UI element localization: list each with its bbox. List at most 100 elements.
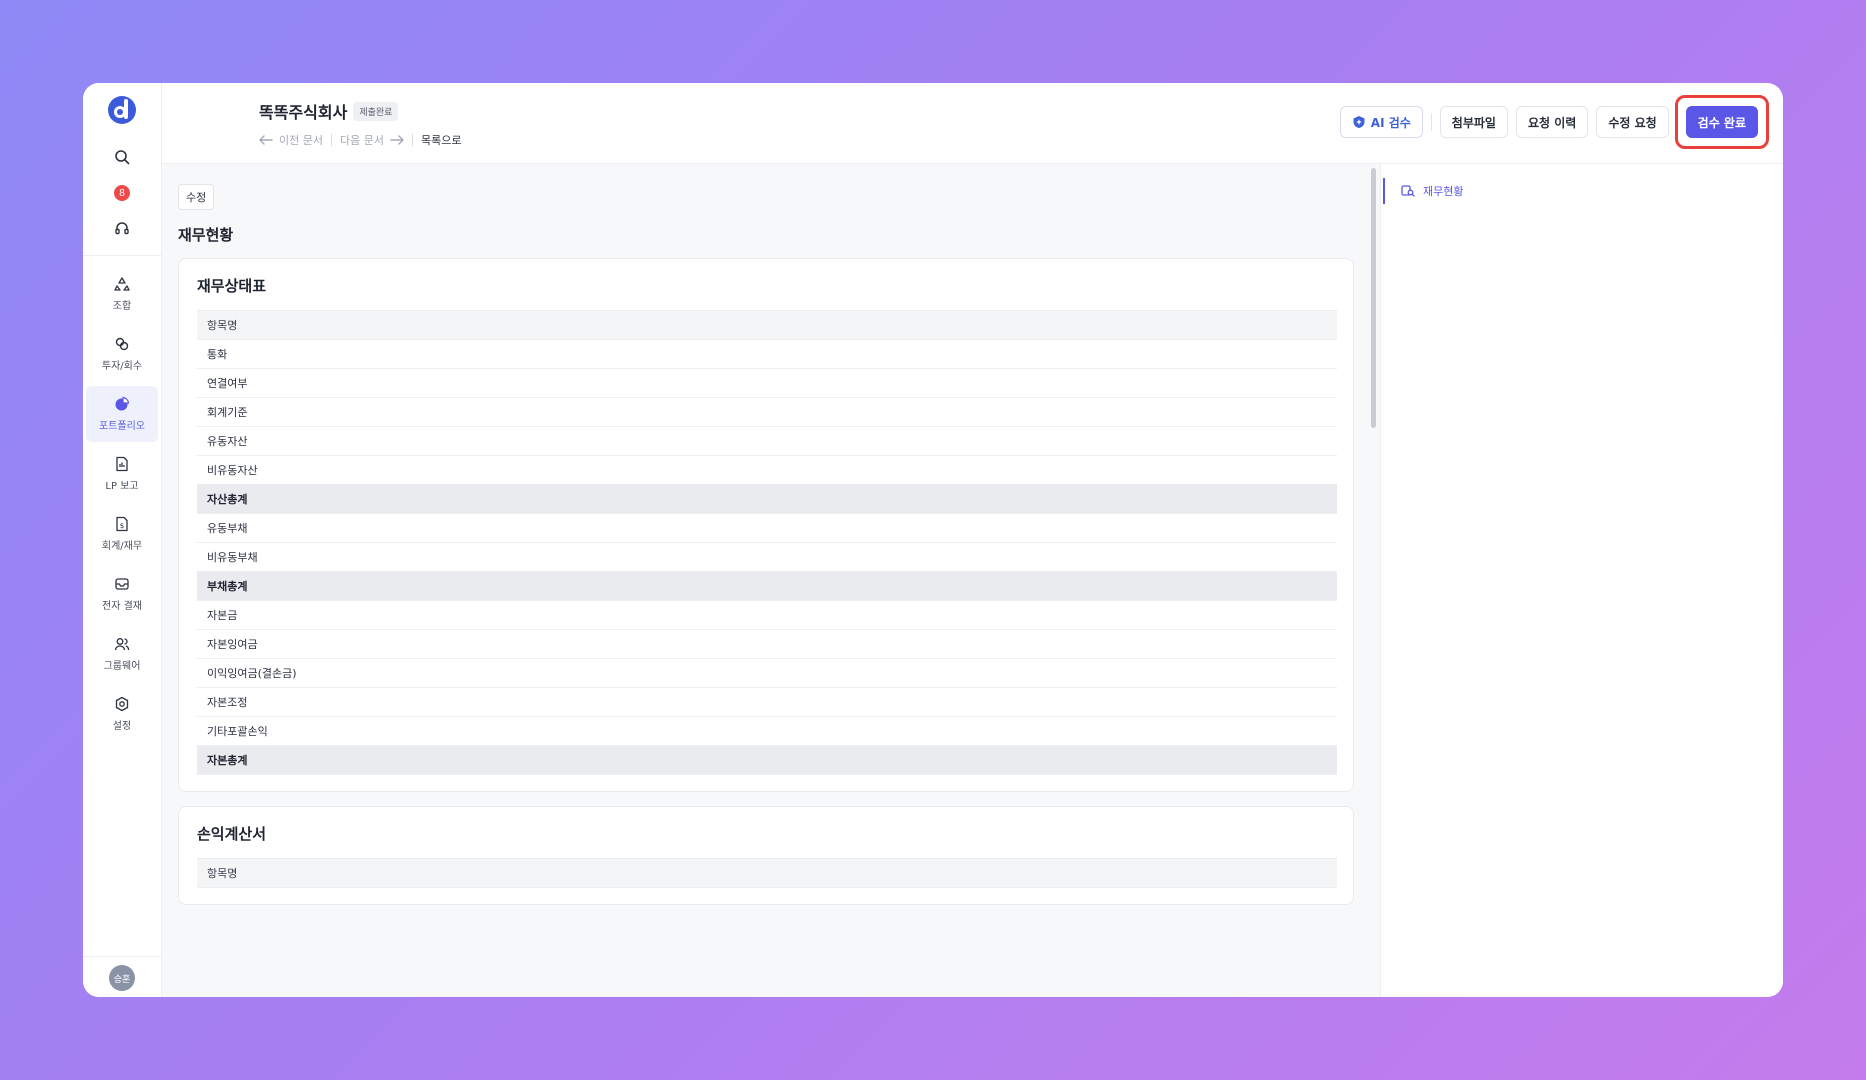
nav-label: 포트폴리오 (99, 421, 145, 432)
row-label: 통화 (197, 339, 1337, 369)
row-label: 기타포괄손익 (197, 716, 1337, 746)
page-title: 똑똑주식회사 (259, 103, 348, 122)
table-row: 자본조정 (197, 687, 1337, 717)
toc-item-label: 재무현황 (1423, 185, 1464, 198)
nav-label: 설정 (112, 721, 132, 732)
svg-text:$: $ (120, 522, 124, 530)
toc-item[interactable]: 재무현황 (1383, 178, 1783, 204)
highlight-outline: 검수 완료 (1674, 95, 1769, 149)
nav-item-portfolio[interactable]: 포트폴리오 (86, 386, 158, 442)
divider (1430, 113, 1432, 131)
column-header: 항목명 (197, 310, 1337, 340)
row-label: 자산총계 (197, 484, 1337, 514)
avatar[interactable]: 승훈 (109, 965, 135, 991)
document-pager: 이전 문서 다음 문서 목록으로 (259, 132, 461, 148)
income-statement-card: 손익계산서 항목명 (178, 806, 1354, 905)
settings-icon (115, 696, 129, 712)
nav-item-union[interactable]: 조합 (86, 266, 158, 322)
app-logo[interactable] (107, 95, 137, 125)
balance-sheet-table: 항목명 통화 연결여부 회계기준 유동자산 비유동자산 자산총계 유동부채 비유동부채 부채총계… (197, 310, 1337, 775)
row-label: 회계기준 (197, 397, 1337, 427)
card-title: 손익계산서 (197, 825, 267, 843)
header-actions: AI 검수 첨부파일 요청 이력 수정 요청 검수 완료 (1339, 95, 1769, 149)
nav-item-accounting[interactable]: $ 회계/재무 (86, 506, 158, 562)
row-label: 비유동부채 (197, 542, 1337, 572)
row-label: 부채총계 (197, 571, 1337, 601)
balance-sheet-card: 재무상태표 항목명 통화 연결여부 회계기준 유동자산 비유동자산 자산총계 유동부채 비유동… (178, 258, 1354, 792)
table-row: 회계기준 (197, 397, 1337, 427)
row-label: 유동부채 (197, 513, 1337, 543)
table-row: 유동부채 (197, 513, 1337, 543)
document-search-icon (1401, 185, 1415, 197)
edit-request-button[interactable]: 수정 요청 (1596, 106, 1669, 138)
scrollbar-thumb[interactable] (1371, 168, 1376, 428)
back-to-list-link[interactable]: 목록으로 (421, 132, 461, 148)
nav-label: 회계/재무 (101, 541, 143, 552)
arrow-left-icon (259, 135, 273, 145)
next-document-link[interactable]: 다음 문서 (340, 132, 384, 148)
app-window: 8 조합 투자/회수 포트폴리오 LP 보고 $ 회계/재무 전자 결재 그룹웨… (83, 83, 1783, 997)
table-row-total: 부채총계 (197, 571, 1337, 601)
column-header: 항목명 (197, 858, 1337, 888)
table-header-row: 항목명 (197, 858, 1337, 888)
portfolio-icon (115, 396, 130, 411)
row-label: 자본금 (197, 600, 1337, 630)
divider (411, 134, 413, 146)
main-area: 똑똑주식회사 제출완료 이전 문서 다음 문서 목록으로 AI 검수 첨부파일 (162, 83, 1783, 997)
ai-review-label: AI 검수 (1370, 115, 1411, 130)
table-row: 유동자산 (197, 426, 1337, 456)
complete-review-button[interactable]: 검수 완료 (1685, 106, 1758, 138)
table-row: 자본금 (197, 600, 1337, 630)
row-label: 연결여부 (197, 368, 1337, 398)
row-label: 유동자산 (197, 426, 1337, 456)
status-badge: 제출완료 (353, 101, 399, 121)
row-label: 자본조정 (197, 687, 1337, 717)
divider (330, 134, 332, 146)
table-row: 통화 (197, 339, 1337, 369)
nav-item-settings[interactable]: 설정 (86, 686, 158, 742)
investment-icon (115, 337, 129, 351)
table-header-row: 항목명 (197, 310, 1337, 340)
title-row: 똑똑주식회사 제출완료 (259, 99, 399, 123)
headset-icon (115, 222, 129, 235)
nav-label: 조합 (112, 301, 132, 312)
row-label: 비유동자산 (197, 455, 1337, 485)
nav-item-approval[interactable]: 전자 결재 (86, 566, 158, 622)
table-row-total: 자산총계 (197, 484, 1337, 514)
support-button[interactable] (104, 211, 140, 247)
search-icon (115, 150, 130, 165)
sidebar-divider (83, 956, 161, 957)
nav-label: 그룹웨어 (103, 661, 141, 672)
attachments-button[interactable]: 첨부파일 (1439, 106, 1508, 138)
row-label: 자본총계 (197, 745, 1337, 775)
document-body[interactable]: 수정 재무현황 재무상태표 항목명 통화 연결여부 회계기준 유동자산 비유동자산 자산총… (162, 164, 1380, 997)
nav-item-lp-report[interactable]: LP 보고 (86, 446, 158, 502)
nav-item-investment[interactable]: 투자/회수 (86, 326, 158, 382)
table-row: 연결여부 (197, 368, 1337, 398)
report-icon (116, 456, 128, 472)
notification-badge: 8 (114, 185, 130, 201)
table-row: 기타포괄손익 (197, 716, 1337, 746)
request-history-button[interactable]: 요청 이력 (1515, 106, 1589, 138)
row-label: 자본잉여금 (197, 629, 1337, 659)
document-header: 똑똑주식회사 제출완료 이전 문서 다음 문서 목록으로 AI 검수 첨부파일 (162, 83, 1783, 164)
sidebar-nav: 조합 투자/회수 포트폴리오 LP 보고 $ 회계/재무 전자 결재 그룹웨어 … (83, 266, 161, 742)
ai-review-button[interactable]: AI 검수 (1339, 106, 1423, 138)
accounting-icon: $ (116, 516, 128, 532)
income-statement-table: 항목명 (197, 858, 1337, 888)
table-row-total: 자본총계 (197, 745, 1337, 775)
prev-document-link[interactable]: 이전 문서 (279, 132, 323, 148)
section-title: 재무현황 (178, 226, 234, 244)
table-of-contents: 재무현황 (1380, 164, 1783, 997)
search-button[interactable] (104, 139, 140, 175)
arrow-right-icon (390, 135, 404, 145)
sidebar-utilities: 8 (83, 139, 161, 256)
table-row: 비유동부채 (197, 542, 1337, 572)
table-row: 비유동자산 (197, 455, 1337, 485)
nav-label: 전자 결재 (102, 601, 142, 612)
notification-button[interactable]: 8 (104, 175, 140, 211)
content-area: 수정 재무현황 재무상태표 항목명 통화 연결여부 회계기준 유동자산 비유동자산 자산총… (162, 164, 1783, 997)
edit-button[interactable]: 수정 (178, 184, 215, 210)
nav-item-groupware[interactable]: 그룹웨어 (86, 626, 158, 682)
sidebar: 8 조합 투자/회수 포트폴리오 LP 보고 $ 회계/재무 전자 결재 그룹웨… (83, 83, 162, 997)
